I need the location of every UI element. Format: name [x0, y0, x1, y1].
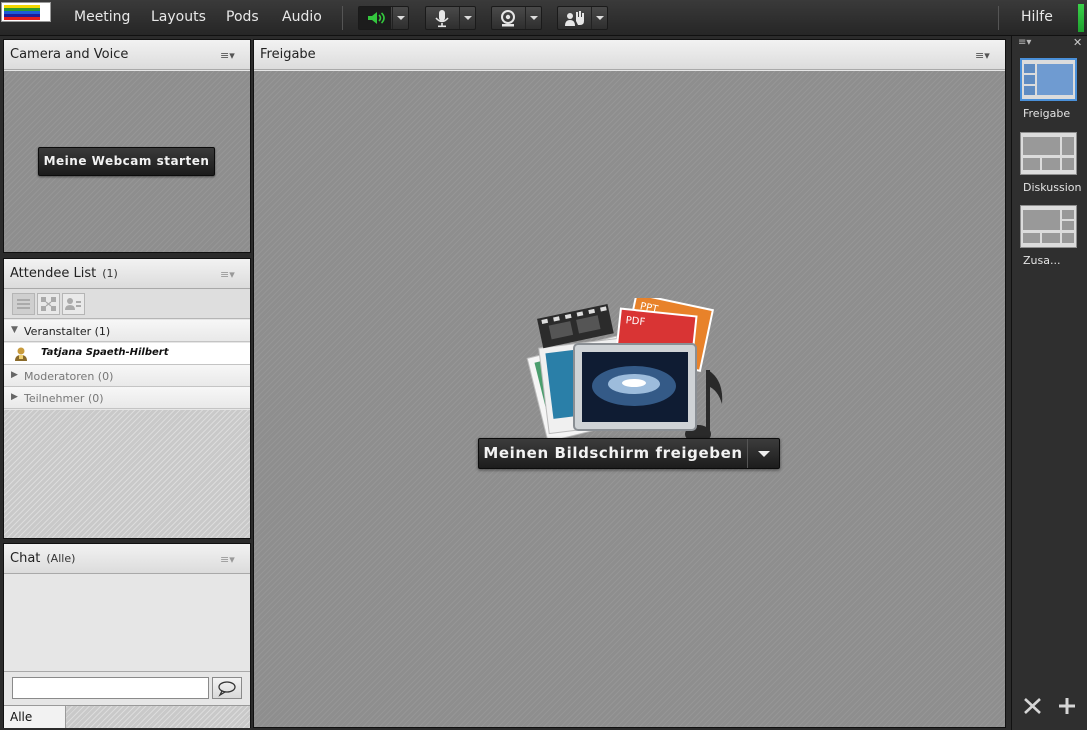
group-label: Teilnehmer (0)	[24, 392, 104, 405]
pod-header: Chat (Alle) ≡▾	[4, 544, 250, 574]
layout-thumbnail	[1020, 58, 1077, 101]
attendee-list-pod: Attendee List (1) ≡▾ ▼ Veranstalter (1) T…	[3, 258, 251, 539]
microphone-button[interactable]	[426, 7, 458, 29]
chat-tab-all[interactable]: Alle	[4, 706, 66, 728]
chat-pod: Chat (Alle) ≡▾ Alle	[3, 543, 251, 728]
pod-options-icon[interactable]: ≡▾	[220, 553, 238, 566]
pod-title: Chat (Alle)	[10, 551, 75, 566]
layout-freigabe[interactable]: Freigabe	[1020, 58, 1080, 120]
top-menu-bar: Meeting Layouts Pods Audio Hilfe	[0, 0, 1087, 36]
chat-scope: (Alle)	[46, 552, 76, 565]
group-row-moderatoren[interactable]: ▶ Moderatoren (0)	[4, 365, 250, 387]
microphone-icon	[435, 10, 449, 28]
share-options-dropdown[interactable]	[747, 439, 779, 468]
speaker-dropdown[interactable]	[392, 7, 408, 29]
chat-messages-area	[4, 575, 250, 671]
menu-pods[interactable]: Pods	[226, 9, 259, 25]
chat-send-button[interactable]	[212, 677, 242, 699]
speaker-button[interactable]	[359, 7, 391, 29]
pod-header: Attendee List (1) ≡▾	[4, 259, 250, 289]
layout-thumbnail	[1020, 205, 1077, 248]
manage-layouts-icon[interactable]	[1022, 696, 1044, 716]
status-dropdown[interactable]	[591, 7, 607, 29]
raise-hand-button[interactable]	[558, 7, 590, 29]
camera-voice-pod: Camera and Voice ≡▾ Meine Webcam starten	[3, 39, 251, 253]
microphone-control[interactable]	[425, 6, 476, 30]
raise-hand-icon	[565, 11, 584, 26]
layout-label: Freigabe	[1023, 107, 1071, 120]
add-layout-icon[interactable]	[1057, 696, 1077, 716]
list-view-icon	[17, 299, 30, 309]
divider	[4, 671, 250, 672]
adobe-connect-logo	[1, 2, 51, 22]
user-status-icon	[65, 298, 81, 310]
attendee-row[interactable]: Tatjana Spaeth-Hilbert	[4, 343, 250, 365]
pod-title: Camera and Voice	[10, 47, 129, 62]
attendee-name: Tatjana Spaeth-Hilbert	[41, 347, 169, 358]
breakout-icon	[41, 297, 56, 311]
group-row-teilnehmer[interactable]: ▶ Teilnehmer (0)	[4, 387, 250, 409]
group-row-veranstalter[interactable]: ▼ Veranstalter (1)	[4, 320, 250, 342]
layout-diskussion[interactable]: Diskussion	[1020, 132, 1082, 194]
attendee-title: Attendee List	[10, 266, 97, 281]
audio-level-indicator	[1078, 4, 1084, 32]
group-label: Moderatoren (0)	[24, 370, 114, 383]
collapse-arrow-icon: ▶	[11, 392, 18, 402]
layout-label: Zusa...	[1023, 254, 1061, 267]
layouts-panel: ≡▾ ✕ Freigabe Diskussion Zusa...	[1011, 36, 1087, 730]
webcam-button[interactable]	[492, 7, 524, 29]
toolbar-divider	[998, 6, 999, 30]
close-icon[interactable]: ✕	[1073, 36, 1082, 49]
pod-options-icon[interactable]: ≡▾	[220, 268, 238, 281]
status-view-button[interactable]	[62, 293, 85, 315]
share-screen-button-group: Meinen Bildschirm freigeben	[478, 438, 780, 469]
status-control[interactable]	[557, 6, 608, 30]
webcam-icon	[501, 10, 515, 27]
chat-title: Chat	[10, 551, 41, 566]
speaker-control[interactable]	[358, 6, 409, 30]
pod-title: Attendee List (1)	[10, 266, 118, 281]
pod-title: Freigabe	[260, 47, 316, 62]
attendee-view-toolbar	[4, 289, 250, 319]
pod-header: Camera and Voice ≡▾	[4, 40, 250, 70]
menu-help[interactable]: Hilfe	[1021, 9, 1053, 25]
share-my-screen-button[interactable]: Meinen Bildschirm freigeben	[479, 439, 747, 468]
collapse-arrow-icon: ▶	[11, 370, 18, 380]
webcam-control[interactable]	[491, 6, 542, 30]
pod-header: Freigabe ≡▾	[254, 40, 1005, 70]
layout-zusammenarbeit[interactable]: Zusa...	[1020, 205, 1080, 267]
layout-thumbnail	[1020, 132, 1077, 175]
toolbar-divider	[342, 6, 343, 30]
list-view-button[interactable]	[12, 293, 35, 315]
menu-layouts[interactable]: Layouts	[151, 9, 206, 25]
chat-tab-bar: Alle	[4, 705, 250, 728]
group-label: Veranstalter (1)	[24, 325, 111, 338]
attendee-list-empty-area	[4, 410, 250, 538]
host-user-icon	[15, 347, 27, 361]
attendee-count: (1)	[102, 267, 118, 280]
menu-meeting[interactable]: Meeting	[74, 9, 130, 25]
microphone-dropdown[interactable]	[459, 7, 475, 29]
breakout-view-button[interactable]	[37, 293, 60, 315]
webcam-dropdown[interactable]	[525, 7, 541, 29]
layout-label: Diskussion	[1023, 181, 1082, 194]
share-media-illustration-icon: PPT PDF	[526, 298, 723, 443]
pod-options-icon[interactable]: ≡▾	[220, 49, 238, 62]
pod-options-icon[interactable]: ≡▾	[975, 49, 993, 62]
share-pod: Freigabe ≡▾ PPT PDF Meinen Bildschirm fr…	[253, 39, 1006, 728]
menu-audio[interactable]: Audio	[282, 9, 322, 25]
expand-arrow-icon: ▼	[11, 325, 18, 335]
start-webcam-button[interactable]: Meine Webcam starten	[38, 147, 215, 176]
chat-message-input[interactable]	[12, 677, 209, 699]
speech-bubble-icon	[218, 681, 236, 697]
panel-options-icon[interactable]: ≡▾	[1018, 37, 1031, 48]
speaker-icon	[368, 12, 385, 24]
pdf-label: PDF	[625, 315, 646, 328]
